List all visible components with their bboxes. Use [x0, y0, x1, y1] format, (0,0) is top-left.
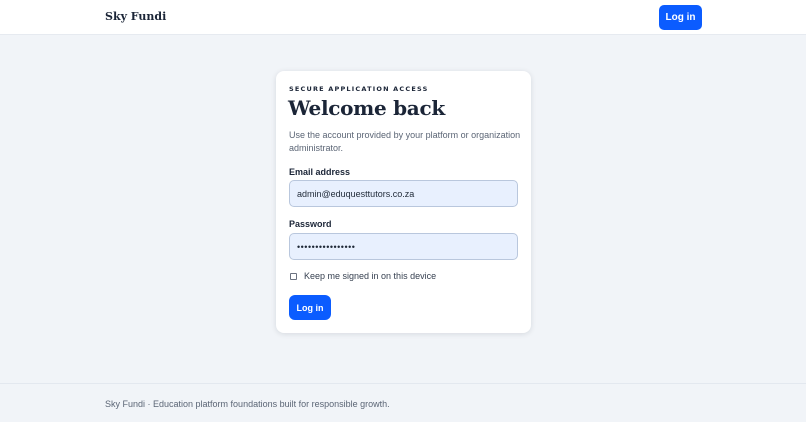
email-label: Email address: [289, 167, 351, 177]
eyebrow-text: SECURE APPLICATION ACCESS: [289, 85, 429, 93]
email-field[interactable]: [289, 180, 518, 207]
remember-me-checkbox[interactable]: [290, 272, 297, 280]
password-label: Password: [289, 219, 332, 229]
password-field[interactable]: [289, 233, 518, 260]
page-subtitle: Use the account provided by your platfor…: [289, 130, 521, 153]
brand-logo[interactable]: Sky Fundi: [105, 10, 166, 23]
login-card: SECURE APPLICATION ACCESS Welcome back U…: [276, 71, 531, 333]
header-login-button[interactable]: Log in: [659, 5, 702, 30]
footer: Sky Fundi · Education platform foundatio…: [0, 383, 806, 422]
login-submit-button[interactable]: Log in: [289, 295, 331, 320]
remember-me-row[interactable]: Keep me signed in on this device: [290, 271, 436, 281]
footer-text: Sky Fundi · Education platform foundatio…: [105, 399, 390, 409]
page-title: Welcome back: [288, 96, 445, 120]
remember-me-label[interactable]: Keep me signed in on this device: [304, 271, 436, 281]
top-bar: Sky Fundi Log in: [0, 0, 806, 35]
